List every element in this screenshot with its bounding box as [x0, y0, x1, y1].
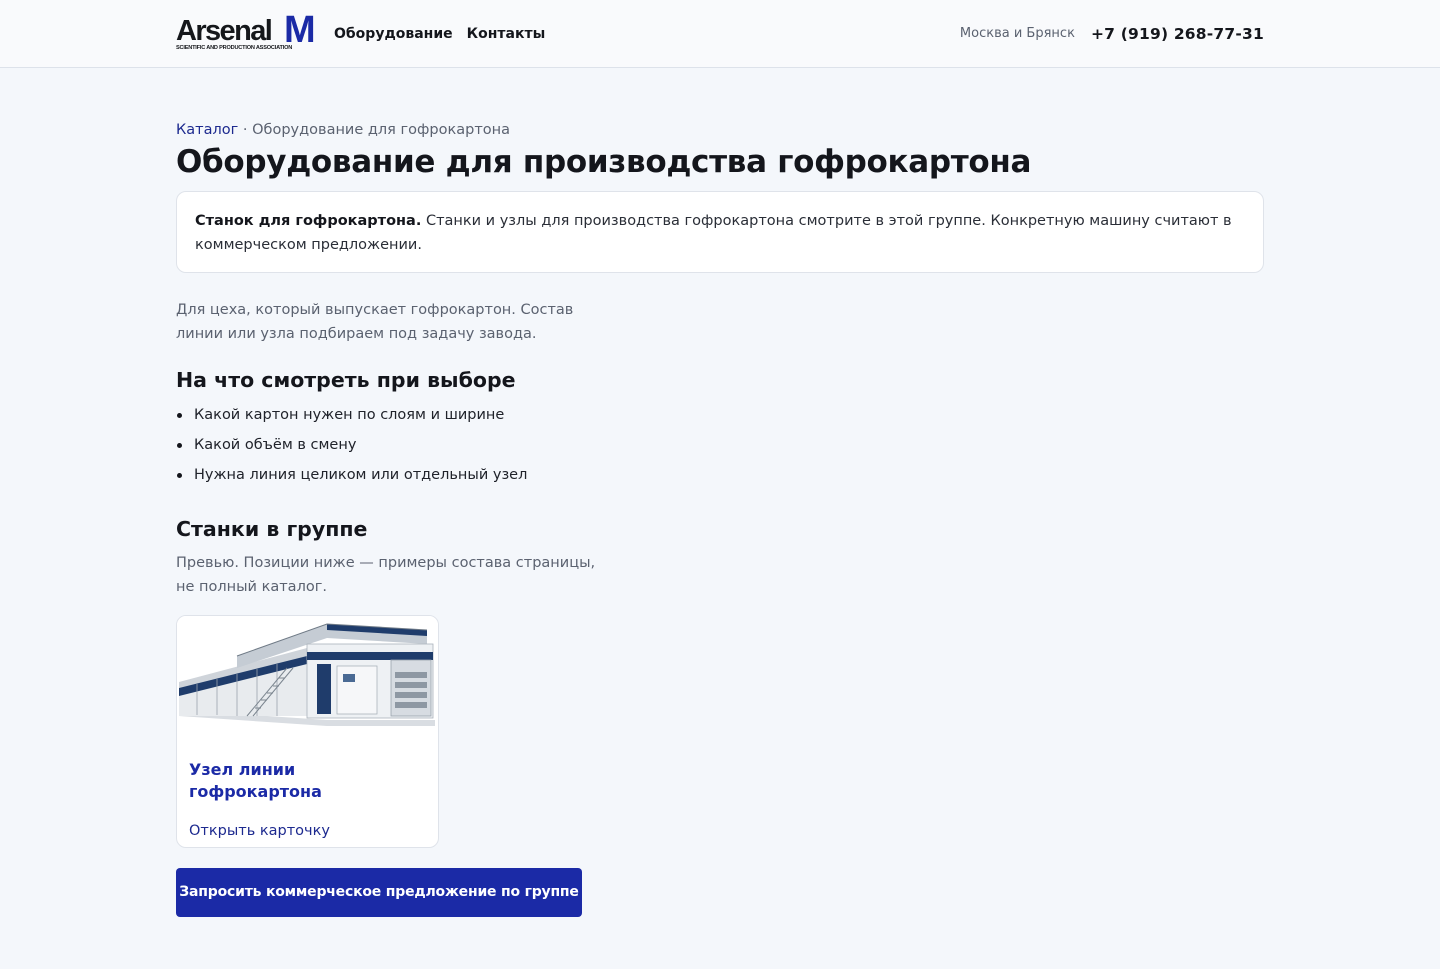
- choose-heading: На что смотреть при выборе: [176, 368, 516, 392]
- logo-tagline: SCIENTIFIC AND PRODUCTION ASSOCIATION: [176, 44, 293, 51]
- site-header: Arsenal M SCIENTIFIC AND PRODUCTION ASSO…: [0, 0, 1440, 68]
- criteria-list: Какой картон нужен по слоям и ширине Как…: [176, 400, 1264, 490]
- lead-text: Для цеха, который выпускает гофрокартон.…: [176, 302, 574, 342]
- product-card[interactable]: Узел линии гофрокартона Открыть карточку: [176, 615, 439, 848]
- breadcrumb-current: Оборудование для гофрокартона: [252, 122, 511, 138]
- nav-item-contacts[interactable]: Контакты: [467, 26, 546, 42]
- request-offer-button[interactable]: Запросить коммерческое предложение по гр…: [176, 868, 582, 917]
- main-content: Каталог · Оборудование для гофрокартона …: [176, 68, 1264, 917]
- card-title-link[interactable]: Узел линии гофрокартона: [189, 759, 426, 803]
- notice-title: Станок для гофрокартона.: [195, 213, 422, 229]
- logo-wordmark: Arsenal: [176, 14, 273, 47]
- city-label: Москва и Брянск: [959, 26, 1075, 41]
- machine-image: [177, 616, 438, 731]
- list-item: Какой объём в смену: [176, 430, 1264, 460]
- logo-letter: M: [284, 8, 316, 51]
- list-item: Какой картон нужен по слоям и ширине: [176, 400, 1264, 430]
- notice-box: Станок для гофрокартона. Станки и узлы д…: [176, 191, 1264, 273]
- header-contacts: Москва и Брянск +7 (919) 268-77-31: [960, 25, 1264, 43]
- open-card-link[interactable]: Открыть карточку: [189, 820, 426, 842]
- nav-item-equipment[interactable]: Оборудование: [334, 26, 453, 42]
- phone-link[interactable]: +7 (919) 268-77-31: [1091, 25, 1264, 43]
- breadcrumb-separator: ·: [238, 122, 253, 138]
- header-inner: Arsenal M SCIENTIFIC AND PRODUCTION ASSO…: [176, 0, 1264, 67]
- main-nav: Оборудование Контакты: [334, 26, 545, 42]
- group-note: Превью. Позиции ниже — примеры состава с…: [176, 555, 596, 595]
- page-title: Оборудование для производства гофрокарто…: [176, 144, 1032, 180]
- breadcrumb-catalog-link[interactable]: Каталог: [176, 122, 238, 138]
- list-item: Нужна линия целиком или отдельный узел: [176, 460, 1264, 490]
- logo[interactable]: Arsenal M SCIENTIFIC AND PRODUCTION ASSO…: [176, 8, 318, 54]
- group-heading: Станки в группе: [176, 517, 368, 541]
- breadcrumb: Каталог · Оборудование для гофрокартона: [176, 119, 1264, 141]
